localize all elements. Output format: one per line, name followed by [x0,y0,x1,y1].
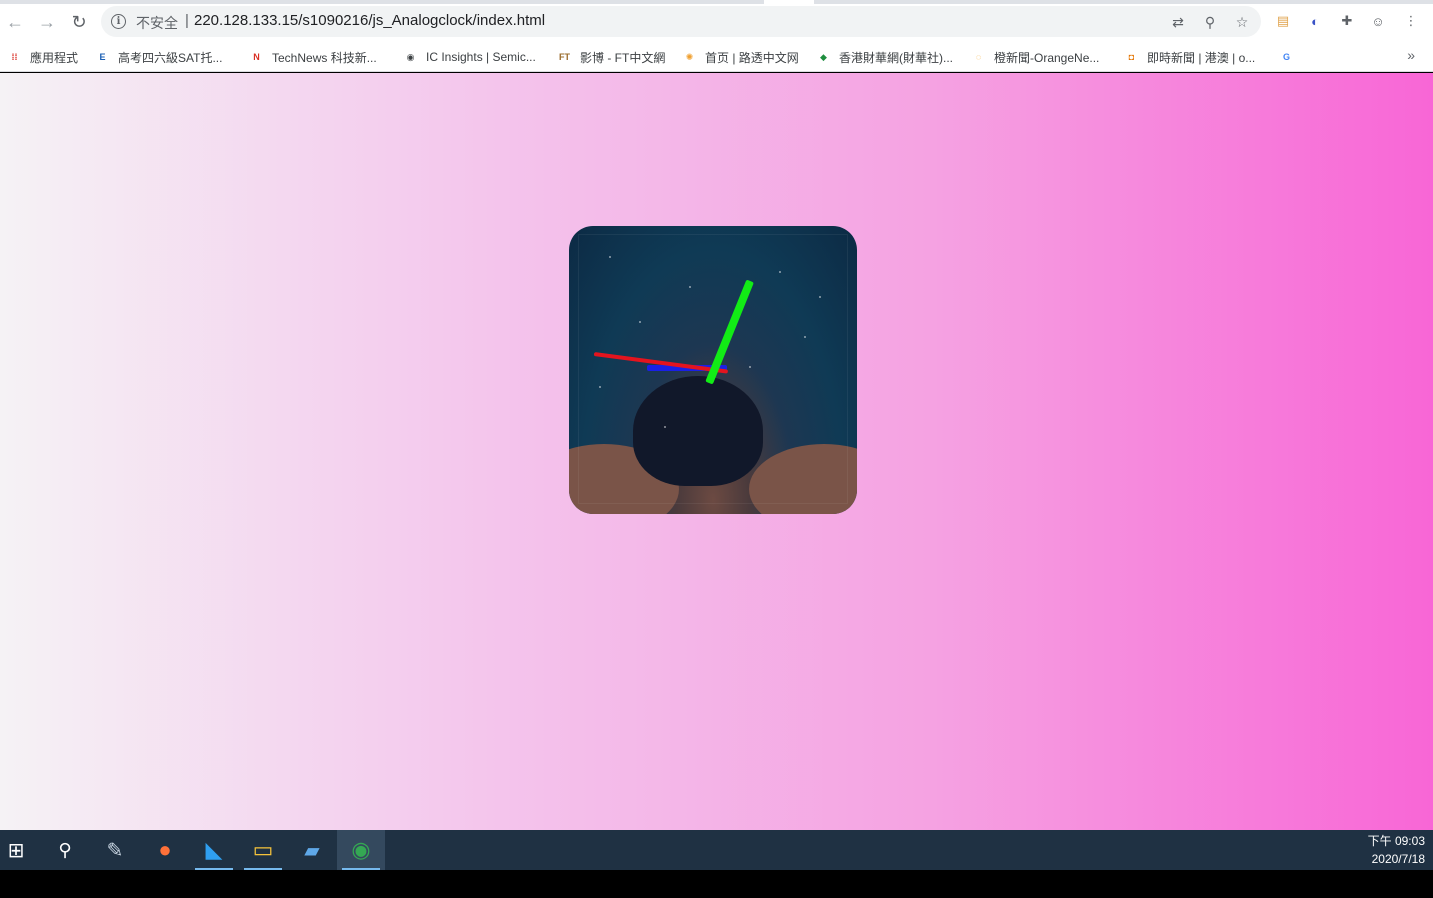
reuters-icon: ✺ [685,51,694,62]
technews-icon: N [253,52,260,62]
bookmark-item[interactable]: ◉ IC Insights | Semic... [403,47,536,67]
bubble [599,386,601,388]
address-bar[interactable]: i 不安全 | 220.128.133.15/s1090216/js_Analo… [101,6,1261,37]
separator: | [185,12,189,29]
back-button[interactable]: ← [4,11,26,33]
security-label: 不安全 [136,15,178,31]
bookmark-label: 首页 | 路透中文网 [705,50,799,65]
reload-icon: ↻ [71,11,87,32]
back-arrow-icon: ← [6,11,24,32]
bookmark-label: 香港財華網(財華社)... [839,50,953,65]
smart-pdf-icon[interactable]: ▤ [1273,11,1293,31]
bubble [664,426,666,428]
screen-border [0,870,1433,898]
bookmark-item[interactable]: ◆ 香港財華網(財華社)... [816,47,953,67]
start-icon: ⊞ [7,839,25,862]
forward-arrow-icon: → [38,11,56,32]
ft-icon: FT [559,52,570,62]
browser-toolbar: ← → ↻ i 不安全 | 220.128.133.15/s1090216/js… [0,0,1433,43]
page-background [0,73,1433,830]
news-icon: ◘ [1128,52,1135,62]
finet-icon: ◆ [820,51,827,62]
vscode-icon: ◣ [205,837,223,862]
file-explorer-icon: ▭ [252,837,274,862]
taskbar-app[interactable]: ▰ [288,830,336,870]
bookmark-star-icon[interactable]: ☆ [1234,14,1250,30]
reload-button[interactable]: ↻ [68,11,90,33]
start-button[interactable]: ⊞ [0,830,40,870]
clock-date: 2020/7/18 [1371,852,1425,866]
globe-icon: ◉ [406,51,415,62]
bookmark-item[interactable]: ⁞⁞ 應用程式 [7,47,79,67]
menu-icon[interactable]: ⋮ [1401,11,1421,31]
extension-s-icon[interactable]: ◐ [1305,11,1325,31]
taskbar-app[interactable]: ✎ [91,830,139,870]
forward-button[interactable]: → [36,11,58,33]
remote-desktop-icon: ▰ [304,839,320,862]
chrome-icon: ◉ [351,837,371,862]
bookmark-item[interactable]: ✺ 首页 | 路透中文网 [682,47,799,67]
bookmark-item[interactable]: G [1279,47,1302,67]
taskbar-app[interactable]: ▭ [239,830,287,870]
firefox-icon: ● [158,837,172,862]
info-icon[interactable]: i [111,14,126,29]
bookmarks-bar: ⁞⁞ 應用程式 E 高考四六級SAT托... N TechNews 科技新... ◉ I… [0,43,1433,72]
taskbar-app[interactable]: ◣ [190,830,238,870]
active-tab[interactable] [764,0,814,4]
translate-icon[interactable]: ⇄ [1170,14,1186,30]
bookmark-label: 即時新聞 | 港澳 | o... [1147,50,1256,65]
bookmark-label: 影博 - FT中文網 [580,50,666,65]
bubble [639,321,641,323]
paint-app-icon: ✎ [106,839,124,862]
puzzle-icon[interactable]: ✚ [1337,11,1357,31]
taskbar-app[interactable]: ● [141,830,189,870]
bubble [749,366,751,368]
orange-news-icon: ◌ [975,52,982,62]
bubble [689,286,691,288]
bookmark-label: IC Insights | Semic... [426,50,536,64]
bubble [804,336,806,338]
bookmark-label: 橙新聞-OrangeNe... [994,50,1100,65]
apps-grid-icon: ⁞⁞ [11,52,18,62]
bubble [819,296,821,298]
bookmark-item[interactable]: N TechNews 科技新... [249,47,377,67]
analog-clock [569,226,857,514]
tab-strip [0,0,1433,4]
windows-taskbar: ⊞ ⚲ ✎ ● ◣ ▭ ▰ ◉ 下午 09:03 2020/7/18 [0,830,1433,870]
clock-time: 下午 09:03 [1367,834,1425,848]
bookmark-item[interactable]: ◘ 即時新聞 | 港澳 | o... [1124,47,1255,67]
google-icon: G [1282,52,1290,62]
bookmark-label: TechNews 科技新... [272,50,377,65]
bubble [779,271,781,273]
bookmark-label: 高考四六級SAT托... [118,50,223,65]
exam-icon: E [99,52,106,62]
bookmark-label: 應用程式 [30,50,79,65]
url-text[interactable]: 220.128.133.15/s1090216/js_Analogclock/i… [194,12,545,29]
bookmark-item[interactable]: ◌ 橙新聞-OrangeNe... [971,47,1100,67]
system-clock[interactable]: 下午 09:03 2020/7/18 [1368,832,1425,868]
taskbar-app-active[interactable]: ◉ [337,830,385,870]
bookmark-item[interactable]: E 高考四六級SAT托... [95,47,222,67]
bookmarks-overflow-icon[interactable]: » [1407,47,1415,63]
bookmark-item[interactable]: FT 影博 - FT中文網 [557,47,665,67]
search-icon: ⚲ [58,839,72,860]
zoom-icon[interactable]: ⚲ [1202,14,1218,30]
search-button[interactable]: ⚲ [41,830,89,870]
profile-icon[interactable]: ☺ [1368,11,1388,31]
bubble [609,256,611,258]
